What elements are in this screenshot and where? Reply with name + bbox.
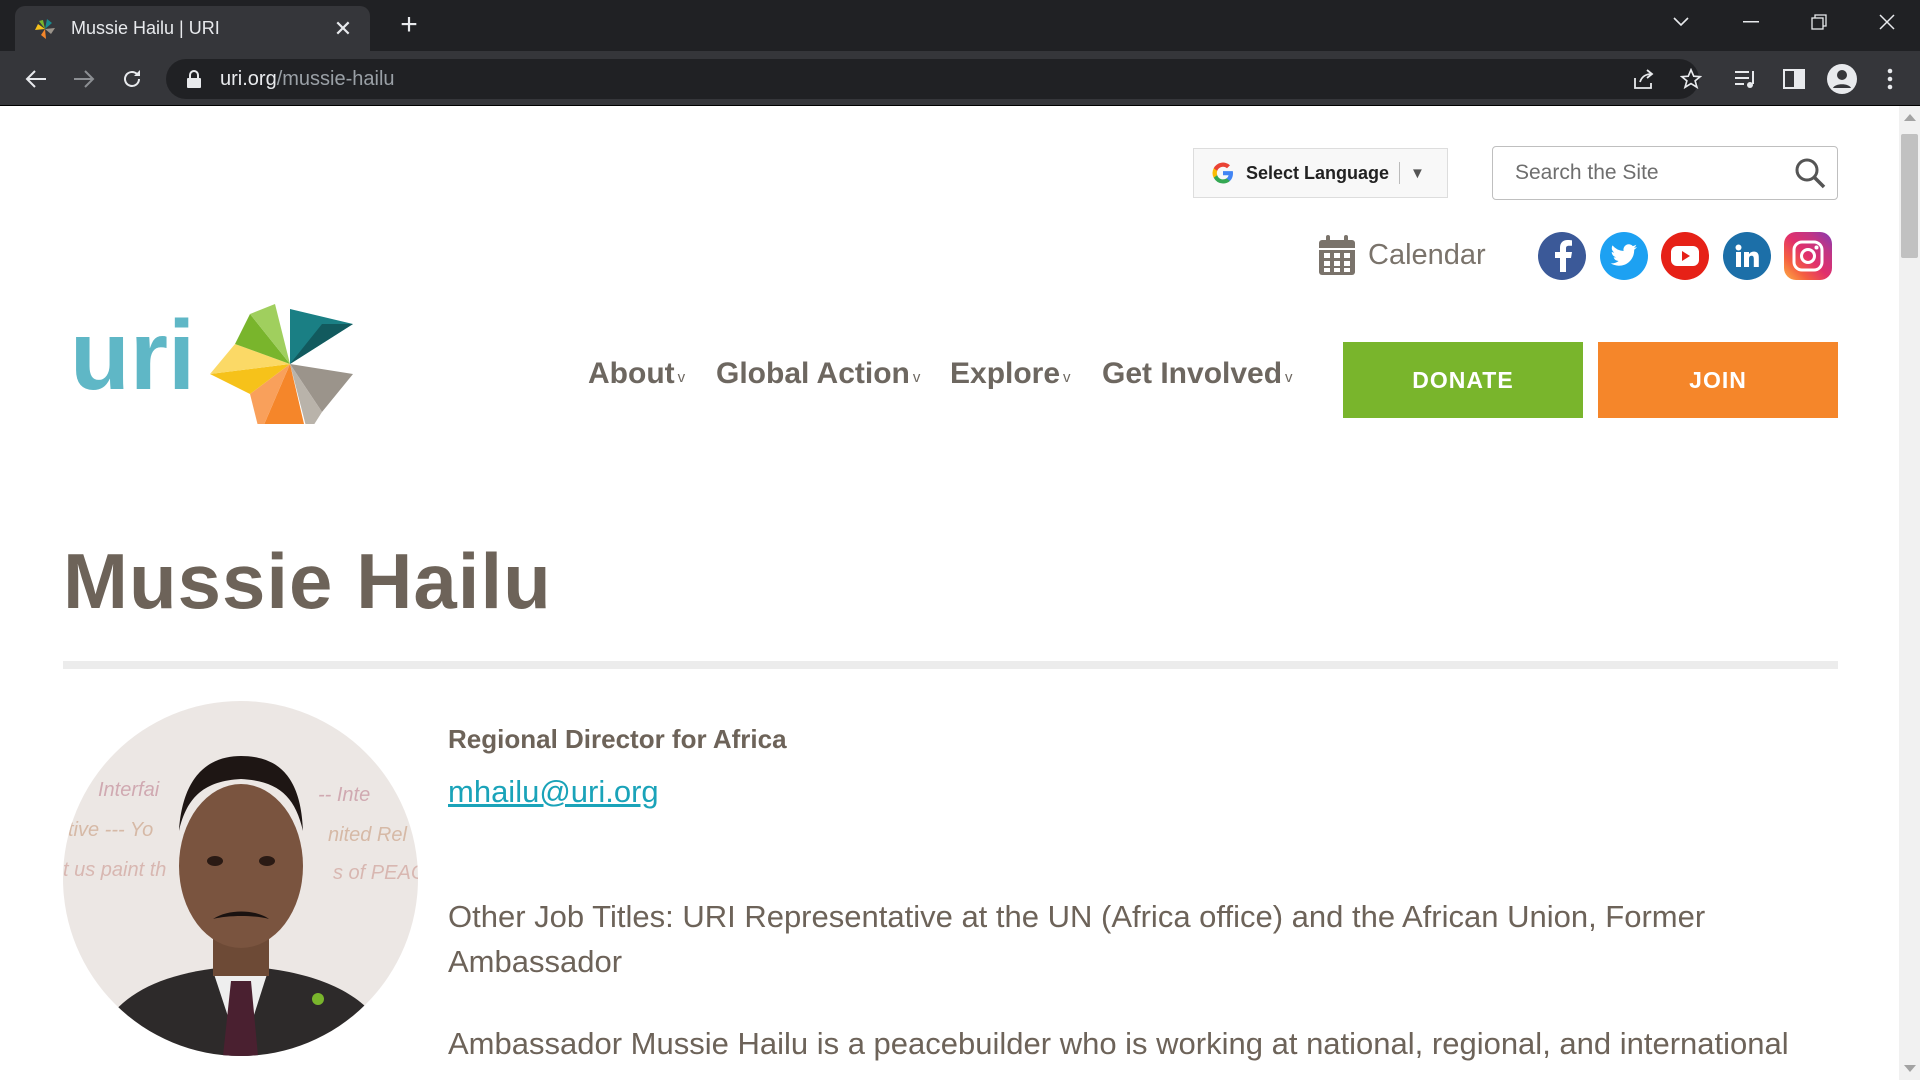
minimize-icon[interactable]: [1718, 0, 1784, 44]
logo-text: uri: [70, 300, 195, 410]
menu-kebab-icon[interactable]: [1870, 59, 1910, 99]
uri-logo[interactable]: uri: [70, 264, 360, 424]
forward-arrow-icon[interactable]: [64, 59, 104, 99]
nav-get-involved[interactable]: Get Involved v: [1102, 357, 1293, 391]
svg-text:s of PEAC: s of PEAC: [333, 862, 418, 884]
uri-page: Select Language ▼ Search the Site Calend…: [0, 106, 1899, 1080]
nav-global-action[interactable]: Global Action v: [716, 357, 920, 391]
language-select[interactable]: Select Language ▼: [1193, 148, 1448, 198]
caret-down-icon: ▼: [1410, 164, 1425, 182]
chevron-down-icon: v: [912, 368, 921, 386]
tab-search-icon[interactable]: [1648, 0, 1714, 44]
browser-toolbar: uri.org/mussie-hailu: [0, 51, 1920, 106]
side-panel-icon[interactable]: [1774, 59, 1814, 99]
calendar-icon: [1319, 235, 1355, 275]
address-bar[interactable]: uri.org/mussie-hailu: [166, 59, 1702, 99]
facebook-icon[interactable]: [1538, 232, 1586, 280]
twitter-icon[interactable]: [1600, 232, 1648, 280]
new-tab-button[interactable]: +: [392, 8, 426, 42]
chevron-down-icon: v: [677, 368, 686, 386]
chevron-down-icon: v: [1285, 368, 1293, 386]
scroll-up-arrow-icon[interactable]: [1904, 114, 1916, 121]
instagram-icon[interactable]: [1784, 232, 1832, 280]
linkedin-icon[interactable]: [1723, 232, 1771, 280]
site-search[interactable]: Search the Site: [1492, 146, 1838, 200]
browser-tab[interactable]: Mussie Hailu | URI ✕: [15, 6, 370, 51]
svg-text:t us paint th: t us paint th: [63, 859, 166, 881]
nav-global-action-label: Global Action: [716, 357, 910, 390]
profile-avatar-icon[interactable]: [1822, 59, 1862, 99]
google-g-icon: [1212, 162, 1233, 184]
svg-text:-- Inte: -- Inte: [318, 784, 370, 806]
bio-text: Ambassador Mussie Hailu is a peacebuilde…: [448, 1026, 1789, 1061]
svg-text:nited Rel: nited Rel: [328, 824, 407, 846]
nav-about-label: About: [588, 357, 675, 390]
page-scrollbar[interactable]: [1899, 106, 1920, 1080]
media-control-icon[interactable]: [1726, 59, 1766, 99]
share-icon[interactable]: [1623, 59, 1663, 99]
email-link[interactable]: mhailu@uri.org: [448, 774, 659, 810]
uri-favicon-icon: [35, 18, 55, 39]
page-viewport: Select Language ▼ Search the Site Calend…: [0, 106, 1920, 1080]
url-path: /mussie-hailu: [276, 67, 395, 90]
nav-get-involved-label: Get Involved: [1102, 357, 1283, 390]
svg-text:tive --- Yo: tive --- Yo: [68, 819, 153, 841]
youtube-icon[interactable]: [1661, 232, 1709, 280]
calendar-link[interactable]: Calendar: [1318, 234, 1486, 276]
scroll-down-arrow-icon[interactable]: [1904, 1065, 1916, 1072]
search-icon[interactable]: [1793, 156, 1827, 190]
join-button[interactable]: JOIN: [1598, 342, 1838, 418]
calendar-label: Calendar: [1368, 238, 1486, 271]
scrollbar-thumb[interactable]: [1901, 134, 1918, 258]
restore-icon[interactable]: [1786, 0, 1852, 44]
bookmark-star-icon[interactable]: [1671, 59, 1711, 99]
tab-strip: Mussie Hailu | URI ✕ +: [0, 0, 1920, 51]
reload-icon[interactable]: [112, 59, 152, 99]
title-divider: [63, 661, 1838, 669]
svg-text:Interfai: Interfai: [98, 779, 160, 801]
chevron-down-icon: v: [1063, 368, 1071, 386]
nav-about[interactable]: About v: [588, 357, 685, 391]
url-text: uri.org/mussie-hailu: [220, 68, 395, 91]
search-input[interactable]: Search the Site: [1515, 161, 1793, 185]
url-host: uri.org: [220, 67, 277, 90]
nav-explore[interactable]: Explore v: [950, 357, 1071, 391]
donate-button[interactable]: DONATE: [1343, 342, 1583, 418]
language-label: Select Language: [1246, 162, 1390, 183]
window-close-icon[interactable]: [1854, 0, 1920, 44]
nav-explore-label: Explore: [950, 357, 1061, 390]
back-arrow-icon[interactable]: [16, 59, 56, 99]
lock-icon: [187, 70, 201, 88]
page-title: Mussie Hailu: [63, 537, 552, 625]
other-job-titles: Other Job Titles: URI Representative at …: [448, 899, 1706, 979]
job-title: Regional Director for Africa: [448, 724, 787, 754]
profile-photo: Interfai -- Inte tive --- Yo nited Rel t…: [63, 701, 418, 1056]
tab-close-icon[interactable]: ✕: [330, 16, 356, 42]
tab-title: Mussie Hailu | URI: [71, 18, 220, 38]
language-separator: [1399, 162, 1401, 184]
uri-star-icon: [210, 304, 353, 424]
